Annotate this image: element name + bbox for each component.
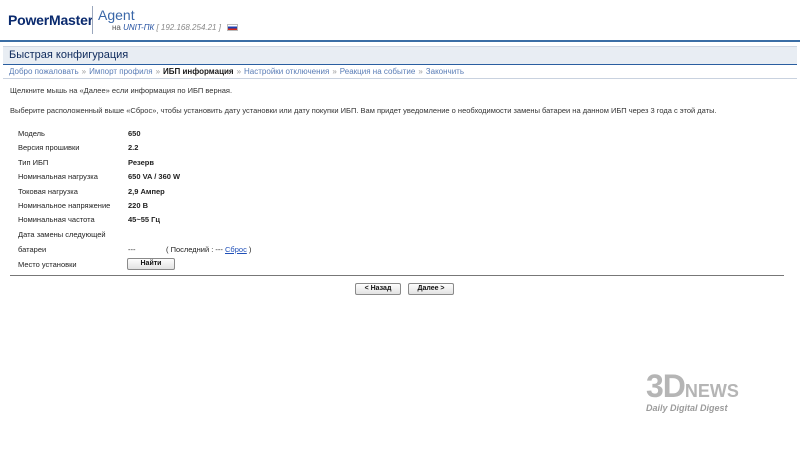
breadcrumb-welcome[interactable]: Добро пожаловать [9,67,79,76]
russia-flag-icon[interactable] [227,24,239,32]
breadcrumb-shutdown-settings[interactable]: Настройки отключения [244,67,329,76]
rated-frequency-value: 45~55 Гц [128,215,161,224]
powermaster-logo: PowerMaster [8,12,93,28]
watermark-brand: 3DNEWS [646,368,739,405]
last-replacement-suffix: ) [246,245,252,254]
ups-type-value: Резерв [128,158,154,167]
page-title-bar: Быстрая конфигурация [3,46,797,65]
header-rule [0,40,800,42]
breadcrumb-ups-info: ИБП информация [163,67,234,76]
breadcrumb: Добро пожаловать» Импорт профиля» ИБП инфо… [9,67,464,76]
battery-date-value: --- [128,245,136,254]
title-rule [3,64,797,65]
app-header: PowerMaster Agent на UNIT-ПК [ 192.168.2… [0,0,800,40]
firmware-label: Версия прошивки [18,143,80,152]
breadcrumb-rule [3,78,797,79]
host-ip: [ 192.168.254.21 ] [156,23,221,32]
battery-date-label: Дата замены следующей [18,230,106,239]
watermark-tagline: Daily Digital Digest [646,403,728,413]
watermark-logo: 3DNEWS Daily Digital Digest [646,368,739,413]
next-button[interactable]: Далее > [408,283,454,295]
host-info: на UNIT-ПК [ 192.168.254.21 ] [112,23,239,32]
breadcrumb-separator: » [418,67,423,76]
app-name: Agent [98,7,135,23]
reset-link[interactable]: Сброс [225,245,247,254]
intro-text: Щелкните мышь на «Далее» если информация… [10,86,233,95]
host-name: UNIT-ПК [123,23,155,32]
model-value: 650 [128,129,141,138]
page-title: Быстрая конфигурация [9,49,129,61]
model-label: Модель [18,129,45,138]
rated-voltage-value: 220 В [128,201,149,210]
instructions-text: Выберите расположенный выше «Сброс», что… [10,106,717,115]
current-load-label: Токовая нагрузка [18,187,78,196]
watermark-brand-news: NEWS [684,381,739,401]
find-button[interactable]: Найти [127,258,175,270]
last-replacement-prefix: ( Последний : --- [166,245,226,254]
breadcrumb-separator: » [81,67,87,76]
header-divider [92,6,93,34]
rated-load-label: Номинальная нагрузка [18,172,98,181]
back-button[interactable]: < Назад [355,283,401,295]
ups-type-label: Тип ИБП [18,158,49,167]
breadcrumb-event-reaction[interactable]: Реакция на событие [340,67,416,76]
battery-date-label-2: батареи [18,245,47,254]
breadcrumb-separator: » [236,67,242,76]
rated-frequency-label: Номинальная частота [18,215,95,224]
rated-load-value: 650 VA / 360 W [128,172,181,181]
rated-voltage-label: Номинальное напряжение [18,201,111,210]
firmware-value: 2.2 [128,143,139,152]
location-label: Место установки [18,260,77,269]
breadcrumb-finish[interactable]: Закончить [426,67,464,76]
host-prefix: на [112,23,121,32]
content-divider [10,275,784,276]
breadcrumb-separator: » [332,67,337,76]
breadcrumb-import-profile[interactable]: Импорт профиля [89,67,152,76]
current-load-value: 2,9 Ампер [128,187,165,196]
last-replacement-info: ( Последний : --- Сброс ) [166,245,251,254]
watermark-brand-main: 3D [646,368,686,404]
breadcrumb-separator: » [155,67,161,76]
